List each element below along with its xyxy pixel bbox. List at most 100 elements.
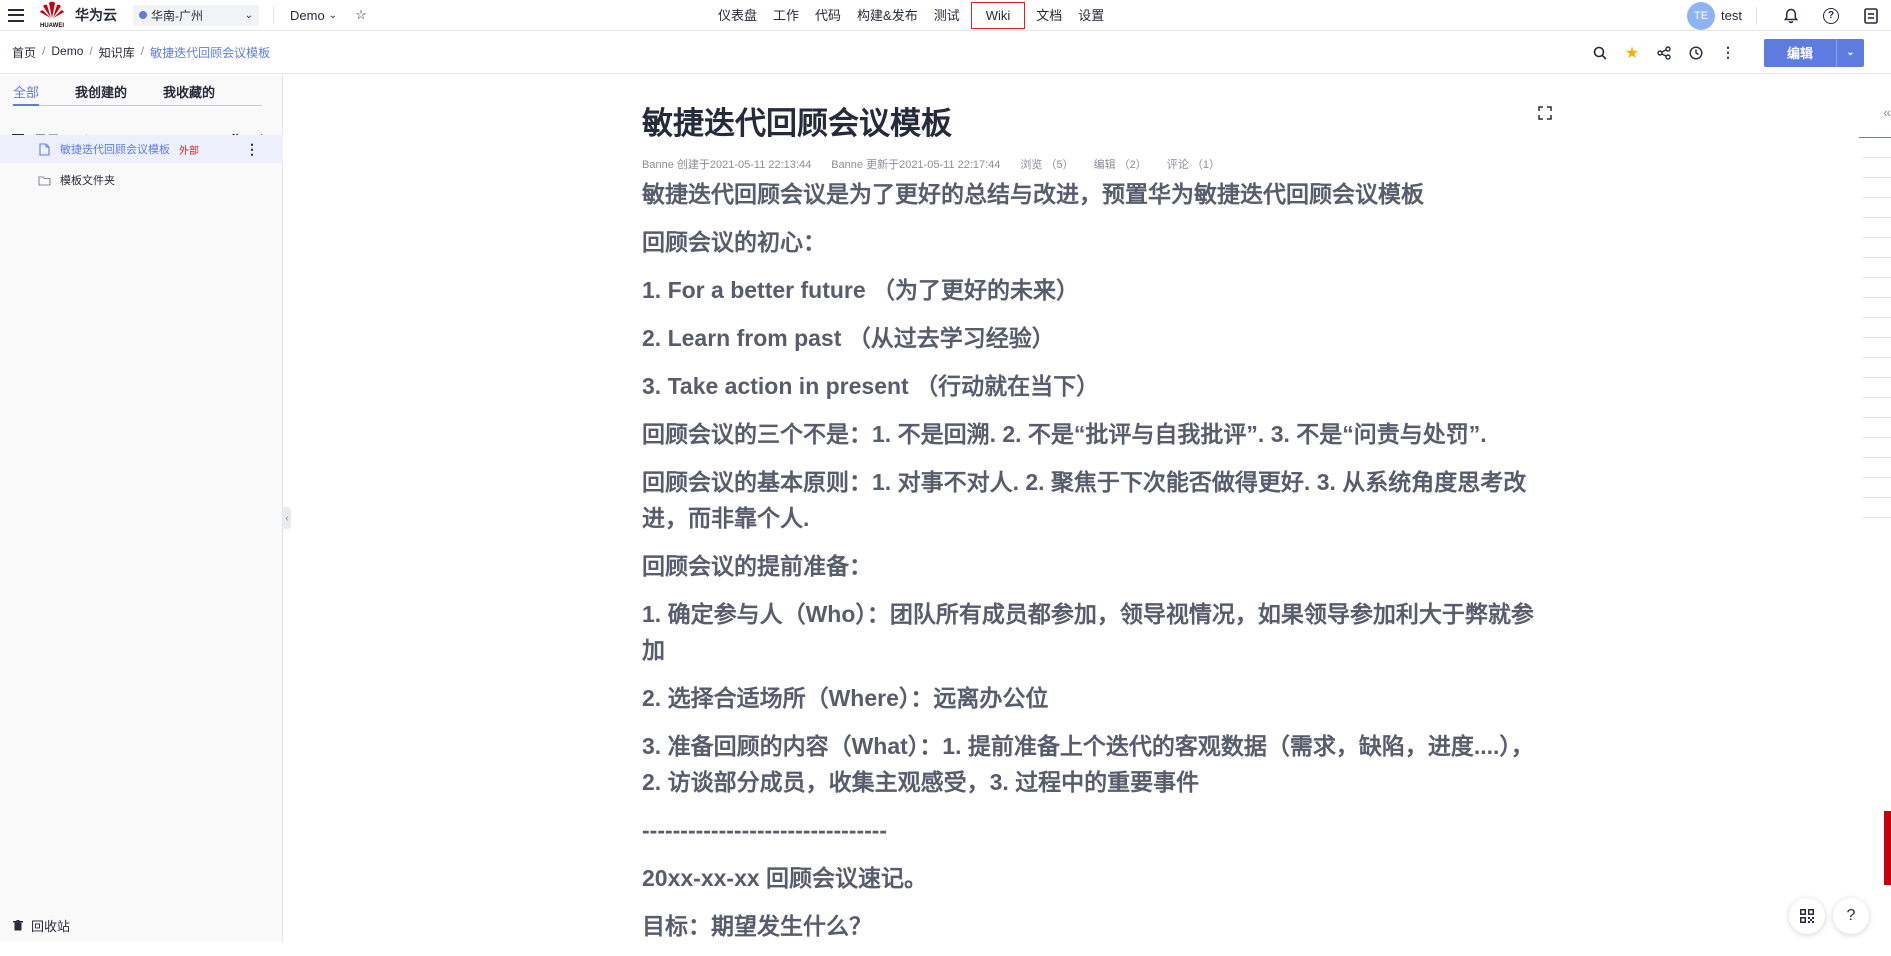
breadcrumb-current: 敏捷迭代回顾会议模板	[150, 45, 271, 60]
project-label: Demo	[290, 7, 325, 23]
outline-item[interactable]	[1863, 237, 1891, 238]
outline-item[interactable]	[1863, 317, 1891, 318]
chevron-down-icon: ⌄	[244, 9, 253, 21]
outline-item[interactable]	[1863, 397, 1891, 398]
menu-icon[interactable]	[8, 8, 24, 22]
doc-paragraph: 3. 准备回顾的内容（What）：1. 提前准备上个迭代的客观数据（需求，缺陷，…	[642, 733, 1534, 795]
brand-name[interactable]: 华为云	[75, 5, 117, 25]
favorite-star-icon[interactable]: ☆	[355, 7, 367, 23]
nav-docs[interactable]: 文档	[1028, 3, 1070, 28]
avatar[interactable]: TE	[1687, 1, 1716, 30]
chevron-down-icon[interactable]: ⌄	[1836, 38, 1864, 67]
fullscreen-icon[interactable]	[1538, 106, 1552, 120]
history-clock-icon[interactable]	[1680, 45, 1712, 60]
nav-settings[interactable]: 设置	[1070, 3, 1112, 28]
tree-item-label: 模板文件夹	[60, 175, 115, 187]
breadcrumb-separator: /	[42, 43, 46, 58]
tab-created-by-me[interactable]: 我创建的	[75, 82, 127, 106]
document-meta: Banne 创建于2021-05-11 22:13:44 Banne 更新于20…	[642, 156, 1542, 172]
outline-item[interactable]	[1863, 457, 1891, 458]
doc-paragraph: 1. For a better future （为了更好的未来）	[642, 277, 1080, 303]
recycle-bin-label: 回收站	[31, 919, 71, 934]
qr-code-icon[interactable]	[1789, 898, 1825, 934]
main-nav: 仪表盘 工作 代码 构建&发布 测试 Wiki 文档 设置	[710, 0, 1112, 31]
outline-item[interactable]	[1863, 257, 1891, 258]
folder-icon	[36, 175, 52, 186]
doc-paragraph: 2. 选择合适场所（Where）：远离办公位	[642, 685, 1049, 711]
breadcrumb-project[interactable]: Demo	[51, 44, 83, 61]
outline-item[interactable]	[1863, 517, 1891, 518]
nav-dashboard[interactable]: 仪表盘	[710, 3, 765, 28]
help-icon[interactable]: ?	[1811, 0, 1851, 31]
breadcrumb-knowledge-base[interactable]: 知识库	[99, 44, 135, 61]
external-badge: 外部	[179, 145, 199, 157]
outline-item[interactable]	[1863, 437, 1891, 438]
top-right-area: TE test ?	[1687, 0, 1891, 31]
breadcrumb-separator: /	[140, 43, 145, 58]
outline-item[interactable]	[1863, 477, 1891, 478]
nav-work[interactable]: 工作	[765, 3, 807, 28]
expand-outline-icon[interactable]: «	[1883, 104, 1891, 120]
doc-paragraph: 3. Take action in present （行动就在当下）	[642, 373, 1100, 399]
edit-count[interactable]: 编辑 （2）	[1094, 156, 1147, 172]
outline-item[interactable]	[1863, 217, 1891, 218]
creator-name: Banne	[642, 159, 674, 171]
bell-icon[interactable]	[1771, 0, 1811, 31]
created-time: 创建于2021-05-11 22:13:44	[676, 159, 812, 171]
view-count[interactable]: 浏览 （5）	[1020, 156, 1073, 172]
breadcrumb-bar: 首页 / Demo / 知识库 / 敏捷迭代回顾会议模板 ★ ⋮ 编辑 ⌄	[0, 31, 1891, 74]
wiki-sidebar: 全部 我创建的 我收藏的 目录 2/1000 ⇅ + 敏捷迭代回顾会议模板 外部…	[0, 75, 283, 942]
recycle-bin[interactable]: 回收站	[13, 916, 70, 935]
comment-count[interactable]: 评论 （1）	[1167, 156, 1220, 172]
outline-item[interactable]	[1863, 197, 1891, 198]
tab-my-favorites[interactable]: 我收藏的	[163, 82, 215, 106]
nav-code[interactable]: 代码	[807, 3, 849, 28]
search-icon[interactable]	[1584, 46, 1616, 60]
tree-item-label: 敏捷迭代回顾会议模板	[60, 144, 170, 156]
outline-item[interactable]	[1863, 337, 1891, 338]
outline-item[interactable]	[1863, 277, 1891, 278]
outline-item[interactable]	[1863, 377, 1891, 378]
side-promo-tab[interactable]	[1884, 811, 1891, 885]
region-label: 华南-广州	[151, 8, 203, 23]
favorite-star-icon[interactable]: ★	[1616, 43, 1648, 63]
doc-paragraph: 回顾会议的初心：	[642, 229, 826, 255]
document-body: 敏捷迭代回顾会议是为了更好的总结与改进，预置华为敏捷迭代回顾会议模板 回顾会议的…	[642, 176, 1542, 944]
outline-item[interactable]	[1863, 417, 1891, 418]
edit-button-label[interactable]: 编辑	[1764, 39, 1836, 67]
outline-item[interactable]	[1863, 357, 1891, 358]
app-switch-icon[interactable]	[1851, 0, 1891, 31]
outline-item[interactable]	[1863, 497, 1891, 498]
location-pin-icon	[139, 11, 147, 19]
region-selector[interactable]: 华南-广州 ⌄	[133, 4, 259, 26]
divider	[1756, 6, 1757, 25]
nav-build-release[interactable]: 构建&发布	[849, 3, 926, 28]
doc-paragraph: 1. 确定参与人（Who）：团队所有成员都参加，领导视情况，如果领导参加利大于弊…	[642, 601, 1534, 663]
outline-item[interactable]	[1863, 297, 1891, 298]
huawei-logo[interactable]: HUAWEI	[37, 1, 67, 29]
user-name[interactable]: test	[1721, 8, 1742, 23]
updated-time: 更新于2021-05-11 22:17:44	[866, 159, 1001, 171]
share-icon[interactable]	[1648, 45, 1680, 60]
project-selector[interactable]: Demo ⌄	[290, 8, 337, 23]
edit-button[interactable]: 编辑 ⌄	[1764, 38, 1864, 67]
page-title: 敏捷迭代回顾会议模板	[642, 106, 952, 141]
outline-item[interactable]	[1863, 157, 1891, 158]
breadcrumb-home[interactable]: 首页	[12, 44, 36, 61]
nav-test[interactable]: 测试	[926, 3, 968, 28]
tree-item-retro-template[interactable]: 敏捷迭代回顾会议模板 外部 ⋮	[0, 135, 283, 163]
nav-wiki[interactable]: Wiki	[970, 2, 1026, 29]
more-options-icon[interactable]: ⋮	[245, 141, 259, 158]
doc-paragraph: 回顾会议的基本原则：1. 对事不对人. 2. 聚焦于下次能否做得更好. 3. 从…	[642, 469, 1527, 531]
logo-text: HUAWEI	[40, 23, 64, 29]
help-icon[interactable]: ?	[1833, 898, 1869, 934]
tree-item-template-folder[interactable]: 模板文件夹	[0, 166, 283, 194]
tab-all[interactable]: 全部	[13, 82, 40, 106]
collapse-sidebar-handle[interactable]: ‹	[283, 507, 291, 529]
more-options-icon[interactable]: ⋮	[1712, 44, 1744, 61]
document-content: 敏捷迭代回顾会议模板 Banne 创建于2021-05-11 22:13:44 …	[642, 105, 1542, 956]
sidebar-tabs: 全部 我创建的 我收藏的	[13, 82, 262, 106]
doc-paragraph: 回顾会议的提前准备：	[642, 553, 872, 579]
outline-item[interactable]	[1859, 137, 1891, 138]
outline-item[interactable]	[1863, 177, 1891, 178]
